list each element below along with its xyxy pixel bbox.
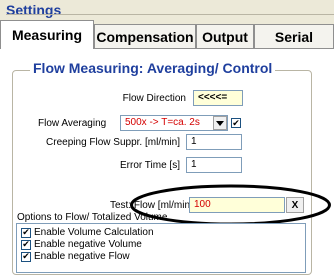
flow-averaging-checkbox[interactable]: ✔ [231,118,241,128]
check-icon[interactable]: ✔ [21,239,31,250]
option-label: Enable Volume Calculation [34,227,154,238]
flow-averaging-select[interactable]: 500x -> T=ca. 2s [120,115,228,131]
flow-direction-label: Flow Direction [122,93,186,104]
tab-compensation[interactable]: Compensation [94,24,196,48]
creeping-flow-label: Creeping Flow Suppr. [ml/min] [46,137,180,148]
option-enable-negative-flow[interactable]: ✔ Enable negative Flow [21,251,154,262]
option-label: Enable negative Flow [34,251,130,262]
error-time-label: Error Time [s] [119,160,180,171]
option-enable-negative-volume[interactable]: ✔ Enable negative Volume [21,239,154,250]
chevron-down-icon[interactable] [213,116,227,130]
options-list: ✔ Enable Volume Calculation ✔ Enable neg… [16,223,306,273]
check-icon[interactable]: ✔ [21,251,31,262]
tab-measuring[interactable]: Measuring [0,20,94,49]
flow-measuring-group-title: Flow Measuring: Averaging/ Control [30,60,276,76]
creeping-flow-field[interactable]: 1 [186,134,242,150]
flow-averaging-label: Flow Averaging [38,118,107,129]
settings-divider [6,14,334,15]
flow-direction-field[interactable]: <<<<= [193,90,243,106]
check-icon[interactable]: ✔ [21,227,31,238]
tab-output[interactable]: Output [196,24,254,48]
tab-serial[interactable]: Serial [254,24,334,48]
option-label: Enable negative Volume [34,239,142,250]
check-icon: ✔ [232,117,240,128]
option-enable-volume-calculation[interactable]: ✔ Enable Volume Calculation [21,227,154,238]
error-time-field[interactable]: 1 [186,157,242,173]
settings-group-title: Settings [6,2,62,18]
options-title: Options to Flow/ Totalized Volume [17,212,168,223]
